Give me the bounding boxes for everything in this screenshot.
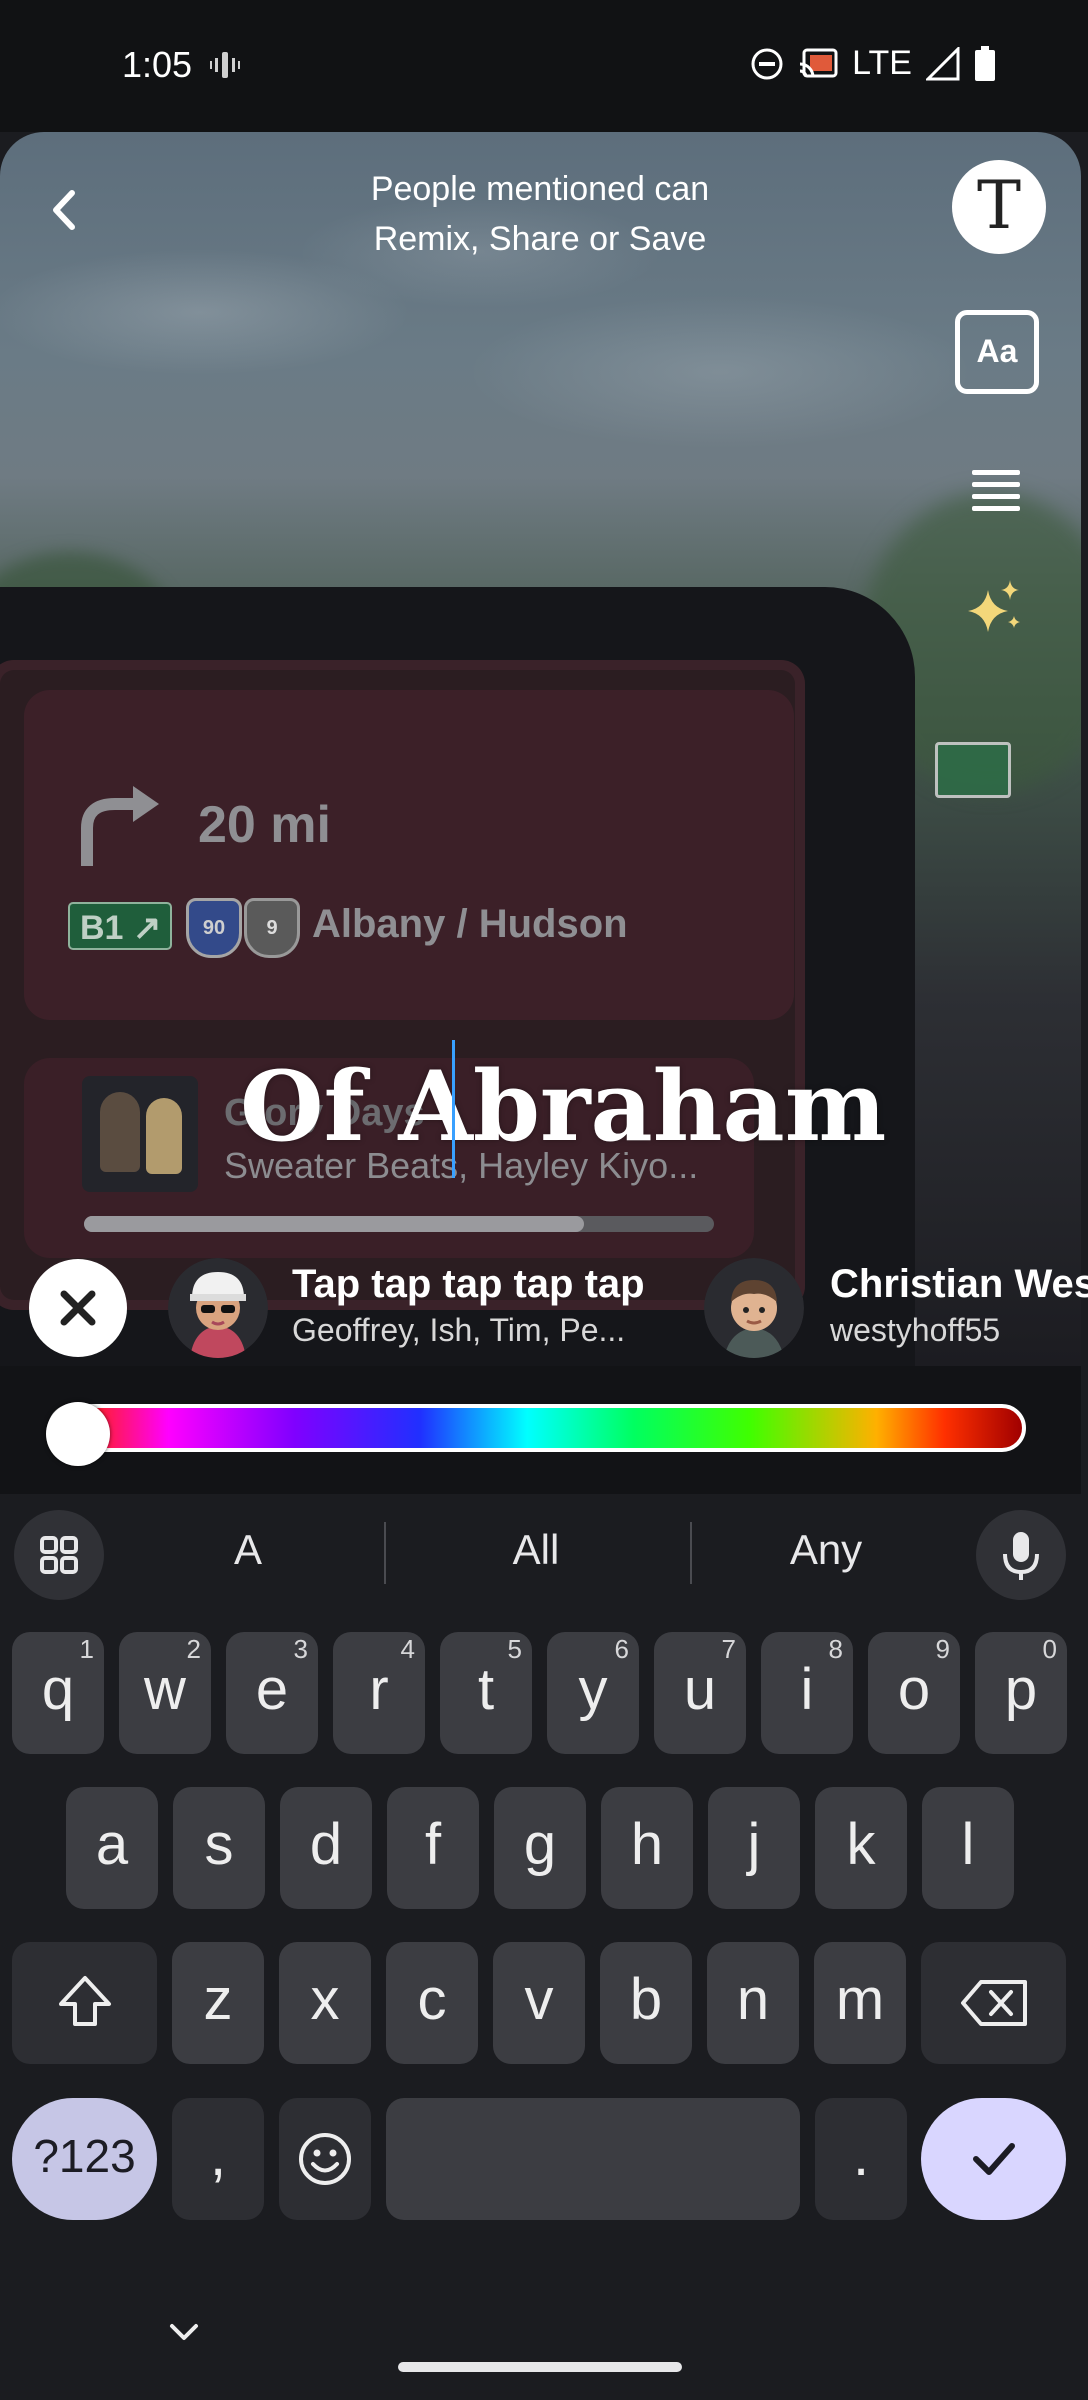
mention-group-title[interactable]: Tap tap tap tap tap xyxy=(292,1262,645,1307)
key-g[interactable]: g xyxy=(494,1787,586,1909)
vibrate-icon xyxy=(210,52,240,78)
status-icons: LTE xyxy=(750,44,996,83)
key-i[interactable]: i8 xyxy=(761,1632,853,1754)
backspace-icon xyxy=(960,1980,1027,2026)
voice-input-button[interactable] xyxy=(976,1510,1066,1600)
backspace-key[interactable] xyxy=(921,1942,1066,2064)
route-shield: 9 xyxy=(244,898,300,958)
exit-sign: B1 ↗ xyxy=(68,902,172,950)
nav-road-name: Albany / Hudson xyxy=(312,902,628,946)
text-cursor xyxy=(452,1040,455,1178)
suggestion-3[interactable]: Any xyxy=(736,1526,916,1574)
do-not-disturb-icon xyxy=(751,48,783,79)
font-style-button[interactable]: Aa xyxy=(955,310,1039,394)
key-n[interactable]: n xyxy=(707,1942,799,2064)
suggestion-2[interactable]: All xyxy=(446,1526,626,1574)
signal-icon xyxy=(926,46,960,80)
key-m[interactable]: m xyxy=(814,1942,906,2064)
checkmark-icon xyxy=(972,2143,1015,2175)
color-slider-track[interactable] xyxy=(48,1404,1026,1452)
interstate-shield: 90 xyxy=(186,898,242,958)
suggestion-1[interactable]: A xyxy=(158,1526,338,1574)
nav-distance: 20 mi xyxy=(198,796,331,854)
mention-hint: People mentioned can Remix, Share or Sav… xyxy=(370,170,710,258)
key-s[interactable]: s xyxy=(173,1787,265,1909)
key-z[interactable]: z xyxy=(172,1942,264,2064)
key-k[interactable]: k xyxy=(815,1787,907,1909)
battery-icon xyxy=(975,45,995,81)
network-type: LTE xyxy=(852,44,912,82)
keyboard-apps-button[interactable] xyxy=(14,1510,104,1600)
turn-right-arrow-icon xyxy=(81,786,159,866)
album-art xyxy=(82,1076,198,1192)
highway-sign xyxy=(935,742,1011,798)
key-b[interactable]: b xyxy=(600,1942,692,2064)
hide-keyboard-chevron-icon[interactable] xyxy=(164,2318,204,2348)
status-bar: 1:05 LTE xyxy=(0,0,1088,132)
emoji-icon xyxy=(299,2133,351,2185)
key-x[interactable]: x xyxy=(279,1942,371,2064)
status-time: 1:05 xyxy=(122,44,193,85)
key-u[interactable]: u7 xyxy=(654,1632,746,1754)
home-indicator[interactable] xyxy=(398,2362,682,2372)
symbols-key[interactable]: ?123 xyxy=(12,2098,157,2220)
key-o[interactable]: o9 xyxy=(868,1632,960,1754)
close-mentions-button[interactable] xyxy=(29,1259,127,1357)
mention-group-subtitle: Geoffrey, Ish, Tim, Pe... xyxy=(292,1312,626,1348)
key-y[interactable]: y6 xyxy=(547,1632,639,1754)
bitmoji-avatar-icon xyxy=(168,1258,268,1358)
comma-key[interactable]: , xyxy=(172,2098,264,2220)
key-v[interactable]: v xyxy=(493,1942,585,2064)
bitmoji-avatar-icon xyxy=(704,1258,804,1358)
period-key[interactable]: . xyxy=(815,2098,907,2220)
grid-icon xyxy=(40,1536,78,1574)
key-l[interactable]: l xyxy=(922,1787,1014,1909)
caption-text[interactable]: Of Abraham xyxy=(240,1050,886,1163)
space-key[interactable] xyxy=(386,2098,800,2220)
back-chevron-icon[interactable] xyxy=(40,185,90,235)
key-p[interactable]: p0 xyxy=(975,1632,1067,1754)
mention-username: westyhoff55 xyxy=(830,1312,1001,1348)
close-icon xyxy=(60,1290,96,1326)
key-c[interactable]: c xyxy=(386,1942,478,2064)
avatar[interactable] xyxy=(704,1258,804,1358)
mention-user-name[interactable]: Christian Wes xyxy=(830,1262,1088,1307)
color-slider-thumb[interactable] xyxy=(46,1402,110,1466)
done-key[interactable] xyxy=(921,2098,1066,2220)
text-tool-button[interactable]: T xyxy=(952,160,1046,254)
key-f[interactable]: f xyxy=(387,1787,479,1909)
align-icon[interactable] xyxy=(972,470,1020,518)
shift-icon xyxy=(58,1976,111,2026)
microphone-icon xyxy=(1003,1532,1039,1580)
key-a[interactable]: a xyxy=(66,1787,158,1909)
key-r[interactable]: r4 xyxy=(333,1632,425,1754)
key-w[interactable]: w2 xyxy=(119,1632,211,1754)
key-j[interactable]: j xyxy=(708,1787,800,1909)
key-e[interactable]: e3 xyxy=(226,1632,318,1754)
song-progress-fill xyxy=(84,1216,584,1232)
shift-key[interactable] xyxy=(12,1942,157,2064)
key-t[interactable]: t5 xyxy=(440,1632,532,1754)
key-q[interactable]: q1 xyxy=(12,1632,104,1754)
cast-icon xyxy=(799,48,838,77)
key-d[interactable]: d xyxy=(280,1787,372,1909)
avatar[interactable] xyxy=(168,1258,268,1358)
emoji-key[interactable] xyxy=(279,2098,371,2220)
sparkle-icon[interactable] xyxy=(966,578,1026,638)
key-h[interactable]: h xyxy=(601,1787,693,1909)
